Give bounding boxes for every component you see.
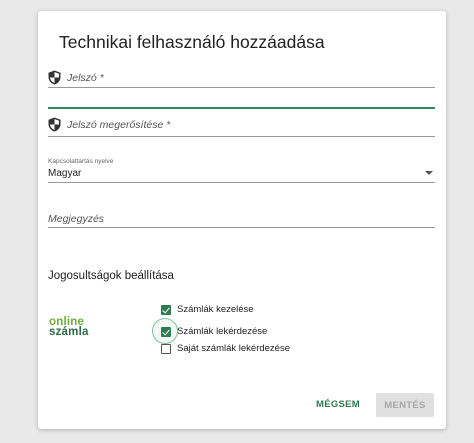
password-field[interactable]: Jelszó * (48, 70, 435, 110)
language-underline (48, 182, 435, 183)
password-confirm-field[interactable]: Jelszó megerősítése * (48, 117, 435, 139)
shield-icon (48, 117, 61, 132)
checkbox-invoice-query[interactable] (161, 327, 171, 337)
language-select[interactable]: Magyar (48, 168, 81, 179)
permission-label: Számlák kezelése (177, 304, 254, 315)
logo-line-2: számla (49, 326, 89, 338)
save-button[interactable]: MENTÉS (376, 393, 434, 417)
permission-label: Saját számlák lekérdezése (177, 343, 290, 354)
password-placeholder: Jelszó * (67, 72, 104, 84)
dialog-title: Technikai felhasználó hozzáadása (59, 32, 325, 52)
language-label: Kapcsolattartás nyelve (48, 158, 114, 165)
password-confirm-underline (48, 136, 435, 137)
checkbox-invoice-manage[interactable] (161, 305, 171, 315)
password-underline (48, 87, 435, 88)
permissions-title: Jogosultságok beállítása (48, 270, 174, 282)
permission-label: Számlák lekérdezése (177, 326, 268, 337)
online-szamla-logo: online számla (49, 316, 91, 338)
checkbox-own-invoice-query[interactable] (161, 344, 171, 354)
chevron-down-icon[interactable] (425, 171, 433, 175)
password-confirm-placeholder: Jelszó megerősítése * (67, 119, 171, 131)
add-technical-user-dialog: Technikai felhasználó hozzáadása Jelszó … (38, 11, 446, 429)
note-input[interactable]: Megjegyzés (48, 213, 104, 225)
cancel-button[interactable]: MÉGSEM (316, 399, 360, 410)
shield-icon (48, 70, 61, 85)
password-focus-underline (48, 107, 435, 109)
note-underline (48, 227, 435, 228)
